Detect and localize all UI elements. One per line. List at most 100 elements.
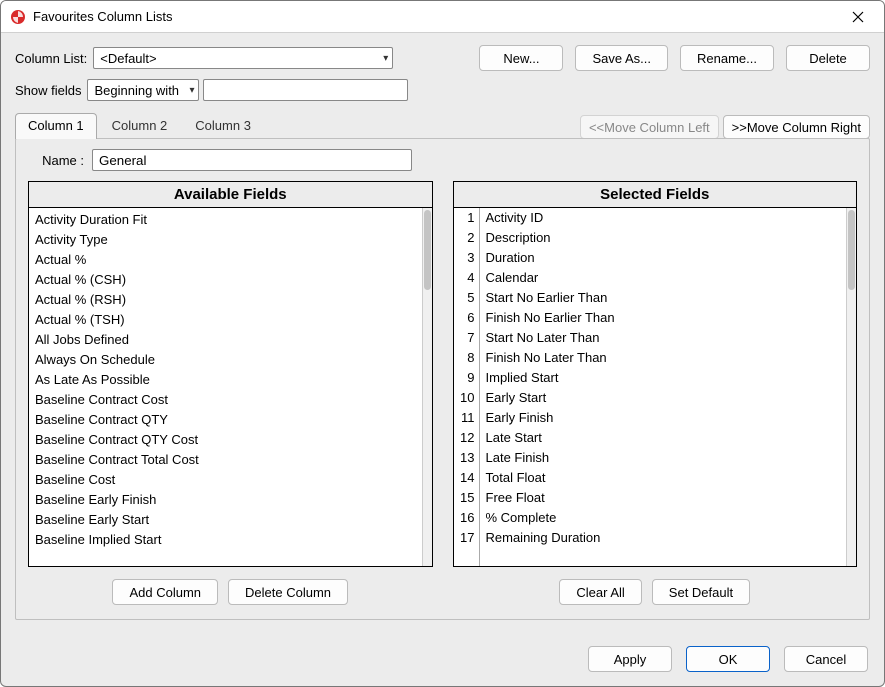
clear-all-button[interactable]: Clear All [559,579,641,605]
list-item[interactable]: Baseline Early Finish [29,490,422,510]
column-list-value: <Default> [100,51,156,66]
list-item[interactable]: Baseline Contract QTY [29,410,422,430]
close-icon [852,11,864,23]
list-item[interactable]: Start No Earlier Than [486,288,847,308]
show-fields-mode-value: Beginning with [94,83,179,98]
tab-column-1[interactable]: Column 1 [15,113,97,139]
list-item[interactable]: Baseline Contract Total Cost [29,450,422,470]
column-name-input[interactable] [92,149,412,171]
row-number: 6 [454,308,475,328]
row-number: 11 [454,408,475,428]
tabs-row: Column 1 Column 2 Column 3 <<Move Column… [15,113,870,139]
delete-button[interactable]: Delete [786,45,870,71]
list-item[interactable]: Description [486,228,847,248]
show-fields-mode-dropdown[interactable]: Beginning with ▾ [87,79,199,101]
list-item[interactable]: Baseline Cost [29,470,422,490]
fields-area: Available Fields Activity Duration FitAc… [28,181,857,605]
list-item[interactable]: Calendar [486,268,847,288]
list-item[interactable]: Late Finish [486,448,847,468]
row-number: 17 [454,528,475,548]
column-list-label: Column List: [15,51,87,66]
list-item[interactable]: As Late As Possible [29,370,422,390]
set-default-button[interactable]: Set Default [652,579,750,605]
row-number: 8 [454,348,475,368]
move-column-left-button[interactable]: <<Move Column Left [580,115,719,139]
list-item[interactable]: Early Finish [486,408,847,428]
list-item[interactable]: Implied Start [486,368,847,388]
column-tab-panel: Name : Available Fields Activity Duratio… [15,138,870,620]
list-item[interactable]: Total Float [486,468,847,488]
row-number: 14 [454,468,475,488]
dialog-content: Column List: <Default> ▾ New... Save As.… [1,33,884,634]
show-fields-row: Show fields Beginning with ▾ [15,79,870,101]
titlebar: Favourites Column Lists [1,1,884,33]
scrollbar[interactable] [422,208,432,566]
list-item[interactable]: Activity Duration Fit [29,210,422,230]
column-list-row: Column List: <Default> ▾ New... Save As.… [15,45,870,71]
apply-button[interactable]: Apply [588,646,672,672]
list-item[interactable]: Remaining Duration [486,528,847,548]
scrollbar[interactable] [846,208,856,566]
tab-column-2[interactable]: Column 2 [99,113,181,139]
list-item[interactable]: % Complete [486,508,847,528]
list-item[interactable]: Activity Type [29,230,422,250]
row-number: 5 [454,288,475,308]
show-fields-label: Show fields [15,83,81,98]
row-number: 10 [454,388,475,408]
list-item[interactable]: Late Start [486,428,847,448]
dialog-window: Favourites Column Lists Column List: <De… [0,0,885,687]
chevron-down-icon: ▾ [189,85,194,96]
list-item[interactable]: Duration [486,248,847,268]
list-item[interactable]: Always On Schedule [29,350,422,370]
move-column-right-button[interactable]: >>Move Column Right [723,115,870,139]
row-number: 2 [454,228,475,248]
list-item[interactable]: Baseline Implied Start [29,530,422,550]
available-fields-box: Available Fields Activity Duration FitAc… [28,181,433,567]
row-number: 7 [454,328,475,348]
list-item[interactable]: Actual % (CSH) [29,270,422,290]
close-button[interactable] [838,3,878,31]
list-item[interactable]: Baseline Contract QTY Cost [29,430,422,450]
row-number: 16 [454,508,475,528]
app-icon [9,8,27,26]
list-item[interactable]: Start No Later Than [486,328,847,348]
selected-fields-box: Selected Fields 123456789101112131415161… [453,181,858,567]
column-list-dropdown[interactable]: <Default> ▾ [93,47,393,69]
row-number: 3 [454,248,475,268]
list-item[interactable]: Activity ID [486,208,847,228]
list-item[interactable]: Actual % (TSH) [29,310,422,330]
row-number: 15 [454,488,475,508]
selected-fields-header: Selected Fields [453,181,858,208]
delete-column-button[interactable]: Delete Column [228,579,348,605]
available-fields-header: Available Fields [28,181,433,208]
column-tabs: Column 1 Column 2 Column 3 [15,113,266,139]
list-item[interactable]: Finish No Earlier Than [486,308,847,328]
list-item[interactable]: Actual % (RSH) [29,290,422,310]
list-item[interactable]: All Jobs Defined [29,330,422,350]
row-number: 12 [454,428,475,448]
name-row: Name : [28,149,857,171]
add-column-button[interactable]: Add Column [112,579,218,605]
list-item[interactable]: Baseline Early Start [29,510,422,530]
save-as-button[interactable]: Save As... [575,45,668,71]
window-title: Favourites Column Lists [33,9,838,24]
cancel-button[interactable]: Cancel [784,646,868,672]
rename-button[interactable]: Rename... [680,45,774,71]
row-number: 4 [454,268,475,288]
new-button[interactable]: New... [479,45,563,71]
list-item[interactable]: Free Float [486,488,847,508]
list-item[interactable]: Early Start [486,388,847,408]
list-item[interactable]: Finish No Later Than [486,348,847,368]
ok-button[interactable]: OK [686,646,770,672]
list-item[interactable]: Baseline Contract Cost [29,390,422,410]
row-number: 13 [454,448,475,468]
chevron-down-icon: ▾ [383,53,388,64]
selected-fields-list[interactable]: 1234567891011121314151617 Activity IDDes… [454,208,847,566]
name-label: Name : [28,153,84,168]
list-item[interactable]: Actual % [29,250,422,270]
available-fields-list[interactable]: Activity Duration FitActivity TypeActual… [29,208,422,566]
tab-column-3[interactable]: Column 3 [182,113,264,139]
show-fields-filter-input[interactable] [203,79,408,101]
row-number: 1 [454,208,475,228]
dialog-buttons: Apply OK Cancel [1,634,884,686]
